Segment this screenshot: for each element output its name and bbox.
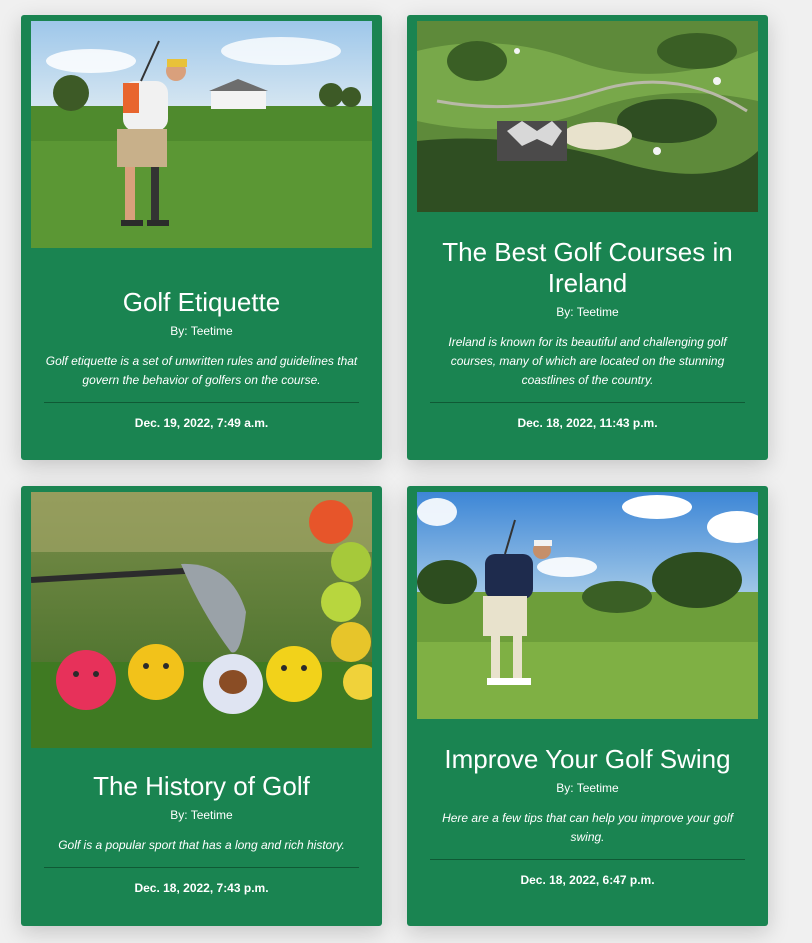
divider: [44, 402, 359, 403]
post-card[interactable]: Golf Etiquette By: Teetime Golf etiquett…: [21, 15, 382, 460]
post-title[interactable]: The History of Golf: [21, 771, 382, 802]
post-author: By: Teetime: [170, 808, 233, 822]
post-excerpt: Golf is a popular sport that has a long …: [58, 838, 345, 852]
post-title[interactable]: Improve Your Golf Swing: [407, 744, 768, 775]
post-card-body: Golf Etiquette By: Teetime Golf etiquett…: [21, 287, 382, 430]
post-card-body: Improve Your Golf Swing By: Teetime Here…: [407, 744, 768, 887]
divider: [430, 859, 745, 860]
post-card[interactable]: The History of Golf By: Teetime Golf is …: [21, 486, 382, 926]
post-image[interactable]: [31, 21, 372, 248]
post-image[interactable]: [31, 492, 372, 748]
post-date: Dec. 18, 2022, 11:43 p.m.: [517, 416, 658, 430]
divider: [44, 867, 359, 868]
post-grid: Golf Etiquette By: Teetime Golf etiquett…: [0, 0, 812, 943]
post-card-body: The History of Golf By: Teetime Golf is …: [21, 771, 382, 895]
post-date: Dec. 18, 2022, 7:43 p.m.: [134, 881, 269, 895]
post-author: By: Teetime: [170, 324, 233, 338]
post-image[interactable]: [417, 492, 758, 719]
post-image[interactable]: [417, 21, 758, 212]
divider: [430, 402, 745, 403]
post-author: By: Teetime: [556, 781, 619, 795]
post-card-body: The Best Golf Courses in Ireland By: Tee…: [407, 237, 768, 430]
post-excerpt: Golf etiquette is a set of unwritten rul…: [45, 354, 358, 387]
post-card[interactable]: The Best Golf Courses in Ireland By: Tee…: [407, 15, 768, 460]
post-title[interactable]: Golf Etiquette: [21, 287, 382, 318]
post-date: Dec. 18, 2022, 6:47 p.m.: [520, 873, 655, 887]
post-card[interactable]: Improve Your Golf Swing By: Teetime Here…: [407, 486, 768, 926]
post-excerpt: Here are a few tips that can help you im…: [442, 811, 733, 844]
post-author: By: Teetime: [556, 305, 619, 319]
post-title[interactable]: The Best Golf Courses in Ireland: [407, 237, 768, 299]
post-date: Dec. 19, 2022, 7:49 a.m.: [134, 416, 269, 430]
post-excerpt: Ireland is known for its beautiful and c…: [448, 335, 727, 387]
